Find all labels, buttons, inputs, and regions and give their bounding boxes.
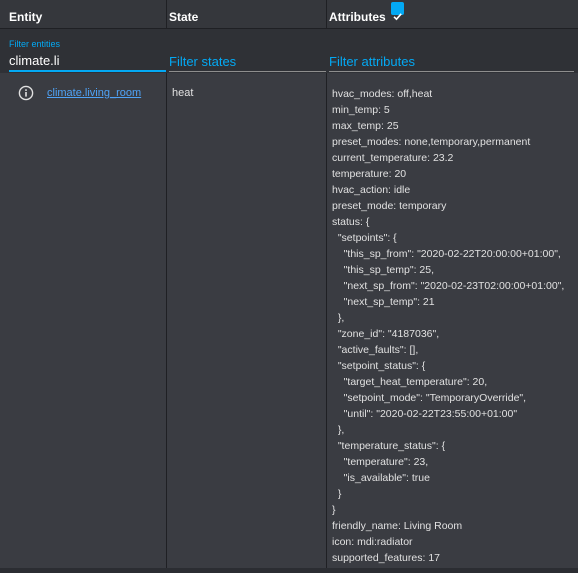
row-divider-1 (166, 73, 167, 568)
attributes-column-label: Attributes (329, 10, 386, 24)
attributes-text: hvac_modes: off,heat min_temp: 5 max_tem… (332, 88, 565, 564)
entity-id-link[interactable]: climate.living_room (47, 87, 141, 99)
bottom-edge (0, 568, 578, 573)
table-row: climate.living_room heat hvac_modes: off… (0, 73, 578, 568)
filter-row: Filter entities climate.li Filter states… (0, 29, 578, 73)
entity-column-header: Entity (9, 10, 43, 24)
attributes-filter-input[interactable]: Filter attributes (329, 54, 415, 69)
check-icon (393, 13, 402, 21)
state-filter-field[interactable]: Filter states (169, 29, 326, 73)
attributes-filter-field[interactable]: Filter attributes (329, 29, 574, 73)
entity-filter-input[interactable]: climate.li (9, 53, 60, 68)
entity-filter-label: Filter entities (9, 39, 61, 49)
show-attributes-checkbox[interactable] (391, 2, 405, 21)
entity-filter-underline (9, 70, 166, 72)
state-column-header: State (169, 10, 199, 24)
state-filter-input[interactable]: Filter states (169, 54, 236, 69)
row-divider-2 (326, 73, 327, 568)
states-developer-tools: Entity State Attributes Filter entities … (0, 0, 578, 573)
state-filter-underline (169, 71, 326, 72)
header-divider-2 (326, 0, 327, 28)
header-divider-1 (166, 0, 167, 28)
info-icon[interactable] (18, 85, 34, 101)
entity-filter-field[interactable]: Filter entities climate.li (9, 29, 166, 73)
table-header: Entity State Attributes (0, 0, 578, 29)
entity-state: heat (172, 87, 194, 99)
attributes-column-header: Attributes (329, 0, 405, 28)
attributes-filter-underline (329, 71, 574, 72)
